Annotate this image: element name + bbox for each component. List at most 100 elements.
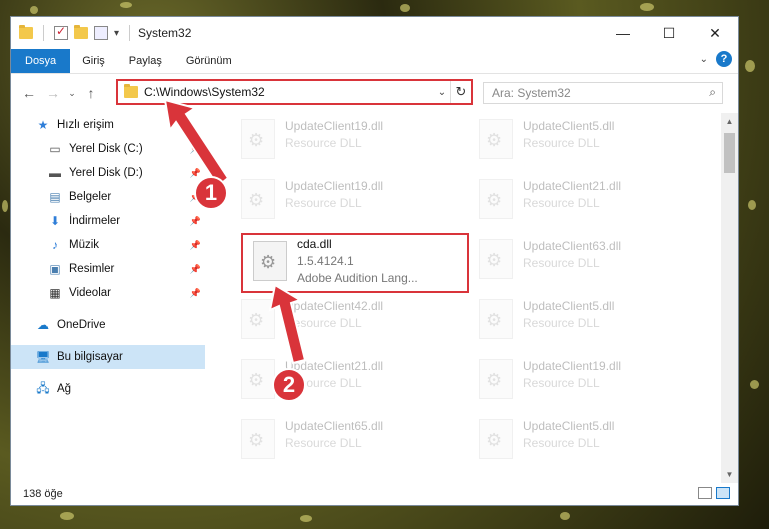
item-count: 138 öğe — [23, 488, 63, 500]
ribbon-tabs: Dosya Giriş Paylaş Görünüm ⌄ ? — [11, 49, 738, 74]
title-bar: ▾ System32 — ☐ ✕ — [11, 17, 738, 49]
dll-file-icon — [241, 359, 275, 399]
sidebar-item-quick-access[interactable]: ★ Hızlı erişim — [11, 113, 205, 137]
close-button[interactable]: ✕ — [692, 17, 738, 49]
folder-icon — [124, 84, 138, 98]
star-icon: ★ — [37, 118, 49, 132]
maximize-button[interactable]: ☐ — [646, 17, 692, 49]
dll-file-icon — [479, 119, 513, 159]
new-folder-icon[interactable] — [74, 25, 88, 39]
dll-file-icon — [479, 299, 513, 339]
file-tile-selected[interactable]: cda.dll 1.5.4124.1 Adobe Audition Lang..… — [241, 233, 469, 293]
callout-1: 1 — [194, 176, 228, 210]
dll-file-icon — [241, 179, 275, 219]
tab-file[interactable]: Dosya — [11, 49, 71, 73]
forward-button[interactable]: → — [41, 85, 65, 101]
minimize-button[interactable]: — — [600, 17, 646, 49]
address-bar[interactable]: C:\Windows\System32 ⌄ ↻ — [116, 79, 473, 105]
sidebar-item-music[interactable]: ♪ Müzik 📌 — [11, 233, 205, 257]
sidebar-item-disk-d[interactable]: ▬ Yerel Disk (D:) 📌 — [11, 161, 205, 185]
tab-share[interactable]: Paylaş — [117, 49, 174, 73]
sidebar-item-this-pc[interactable]: 🖥 Bu bilgisayar — [11, 345, 205, 369]
file-tile[interactable]: UpdateClient5.dllResource DLL — [469, 413, 699, 473]
chevron-down-icon[interactable]: ▾ — [114, 28, 119, 39]
address-path[interactable]: C:\Windows\System32 — [144, 85, 434, 99]
drive-icon: ▭ — [49, 142, 61, 156]
customize-toolbar-icon[interactable] — [94, 26, 108, 40]
tab-home[interactable]: Giriş — [70, 49, 117, 73]
selected-file-version: 1.5.4124.1 — [297, 254, 354, 268]
details-view-icon[interactable] — [698, 487, 712, 499]
sidebar-item-disk-c[interactable]: ▭ Yerel Disk (C:) 📌 — [11, 137, 205, 161]
pin-icon[interactable]: 📌 — [190, 216, 201, 227]
folder-icon — [19, 25, 33, 39]
scroll-up-icon[interactable]: ▲ — [721, 113, 738, 130]
pin-icon[interactable]: 📌 — [190, 144, 201, 155]
sidebar-item-onedrive[interactable]: ☁ OneDrive — [11, 313, 205, 337]
refresh-icon[interactable]: ↻ — [450, 81, 471, 103]
file-list: UpdateClient19.dllResource DLL UpdateCli… — [221, 113, 721, 483]
vertical-scrollbar[interactable]: ▲ ▼ — [721, 113, 738, 483]
pictures-icon: ▣ — [49, 262, 61, 276]
dll-file-icon — [479, 239, 513, 279]
window-title: System32 — [138, 26, 192, 40]
up-button[interactable]: ↑ — [79, 85, 103, 101]
navigation-pane: ★ Hızlı erişim ▭ Yerel Disk (C:) 📌 ▬ Yer… — [11, 113, 205, 483]
pin-icon[interactable]: 📌 — [190, 168, 201, 179]
navigation-bar: ← → ⌄ ↑ C:\Windows\System32 ⌄ ↻ Ara: Sys… — [11, 74, 738, 112]
drive-icon: ▬ — [49, 166, 61, 180]
network-icon: 🖧 — [36, 380, 50, 395]
search-icon: ⌕ — [709, 85, 716, 99]
selected-file-description: Adobe Audition Lang... — [297, 271, 418, 285]
explorer-window: ▾ System32 — ☐ ✕ Dosya Giriş Paylaş Görü… — [10, 16, 739, 506]
search-placeholder: Ara: System32 — [492, 86, 571, 100]
dll-file-icon — [253, 241, 287, 281]
sidebar-item-documents[interactable]: ▤ Belgeler 📌 — [11, 185, 205, 209]
scroll-thumb[interactable] — [724, 133, 735, 173]
file-tile[interactable]: UpdateClient63.dllResource DLL — [469, 233, 699, 293]
file-tile[interactable]: UpdateClient42.dllResource DLL — [231, 293, 461, 353]
search-input[interactable]: Ara: System32 ⌕ — [483, 82, 723, 104]
file-tile[interactable]: UpdateClient19.dllResource DLL — [469, 353, 699, 413]
sidebar-item-pictures[interactable]: ▣ Resimler 📌 — [11, 257, 205, 281]
pin-icon[interactable]: 📌 — [190, 240, 201, 251]
window-controls: — ☐ ✕ — [600, 17, 738, 49]
sidebar-item-network[interactable]: 🖧 Ağ — [11, 377, 205, 401]
video-icon: ▦ — [49, 286, 61, 300]
dll-file-icon — [479, 179, 513, 219]
documents-icon: ▤ — [49, 190, 61, 204]
back-button[interactable]: ← — [17, 85, 41, 101]
file-tile[interactable]: UpdateClient5.dllResource DLL — [469, 293, 699, 353]
file-tile[interactable]: UpdateClient21.dllResource DLL — [231, 353, 461, 413]
dll-file-icon — [479, 359, 513, 399]
cloud-icon: ☁ — [37, 318, 49, 332]
recent-locations-icon[interactable]: ⌄ — [65, 88, 79, 99]
properties-check-icon[interactable] — [54, 24, 68, 40]
dll-file-icon — [241, 299, 275, 339]
sidebar-item-downloads[interactable]: ⬇ İndirmeler 📌 — [11, 209, 205, 233]
file-tile[interactable]: UpdateClient65.dllResource DLL — [231, 413, 461, 473]
pin-icon[interactable]: 📌 — [190, 288, 201, 299]
file-tile[interactable]: UpdateClient19.dllResource DLL — [231, 113, 461, 173]
selected-file-name: cda.dll — [297, 237, 332, 251]
dll-file-icon — [241, 119, 275, 159]
music-icon: ♪ — [52, 238, 58, 252]
file-tile[interactable]: UpdateClient19.dllResource DLL — [231, 173, 461, 233]
tab-view[interactable]: Görünüm — [174, 49, 244, 73]
file-tile[interactable]: UpdateClient5.dllResource DLL — [469, 113, 699, 173]
expand-ribbon-icon[interactable]: ⌄ — [700, 54, 708, 65]
computer-icon: 🖥 — [35, 350, 51, 364]
help-icon[interactable]: ? — [716, 51, 732, 67]
chevron-down-icon[interactable]: ⌄ — [434, 87, 450, 98]
callout-2: 2 — [272, 368, 306, 402]
dll-file-icon — [479, 419, 513, 459]
quick-access-toolbar: ▾ — [11, 24, 134, 41]
sidebar-item-videos[interactable]: ▦ Videolar 📌 — [11, 281, 205, 305]
status-bar: 138 öğe — [11, 483, 738, 505]
download-icon: ⬇ — [49, 214, 61, 228]
tiles-view-icon[interactable] — [716, 487, 730, 499]
scroll-down-icon[interactable]: ▼ — [721, 466, 738, 483]
pin-icon[interactable]: 📌 — [190, 264, 201, 275]
file-tile[interactable]: UpdateClient21.dllResource DLL — [469, 173, 699, 233]
dll-file-icon — [241, 419, 275, 459]
